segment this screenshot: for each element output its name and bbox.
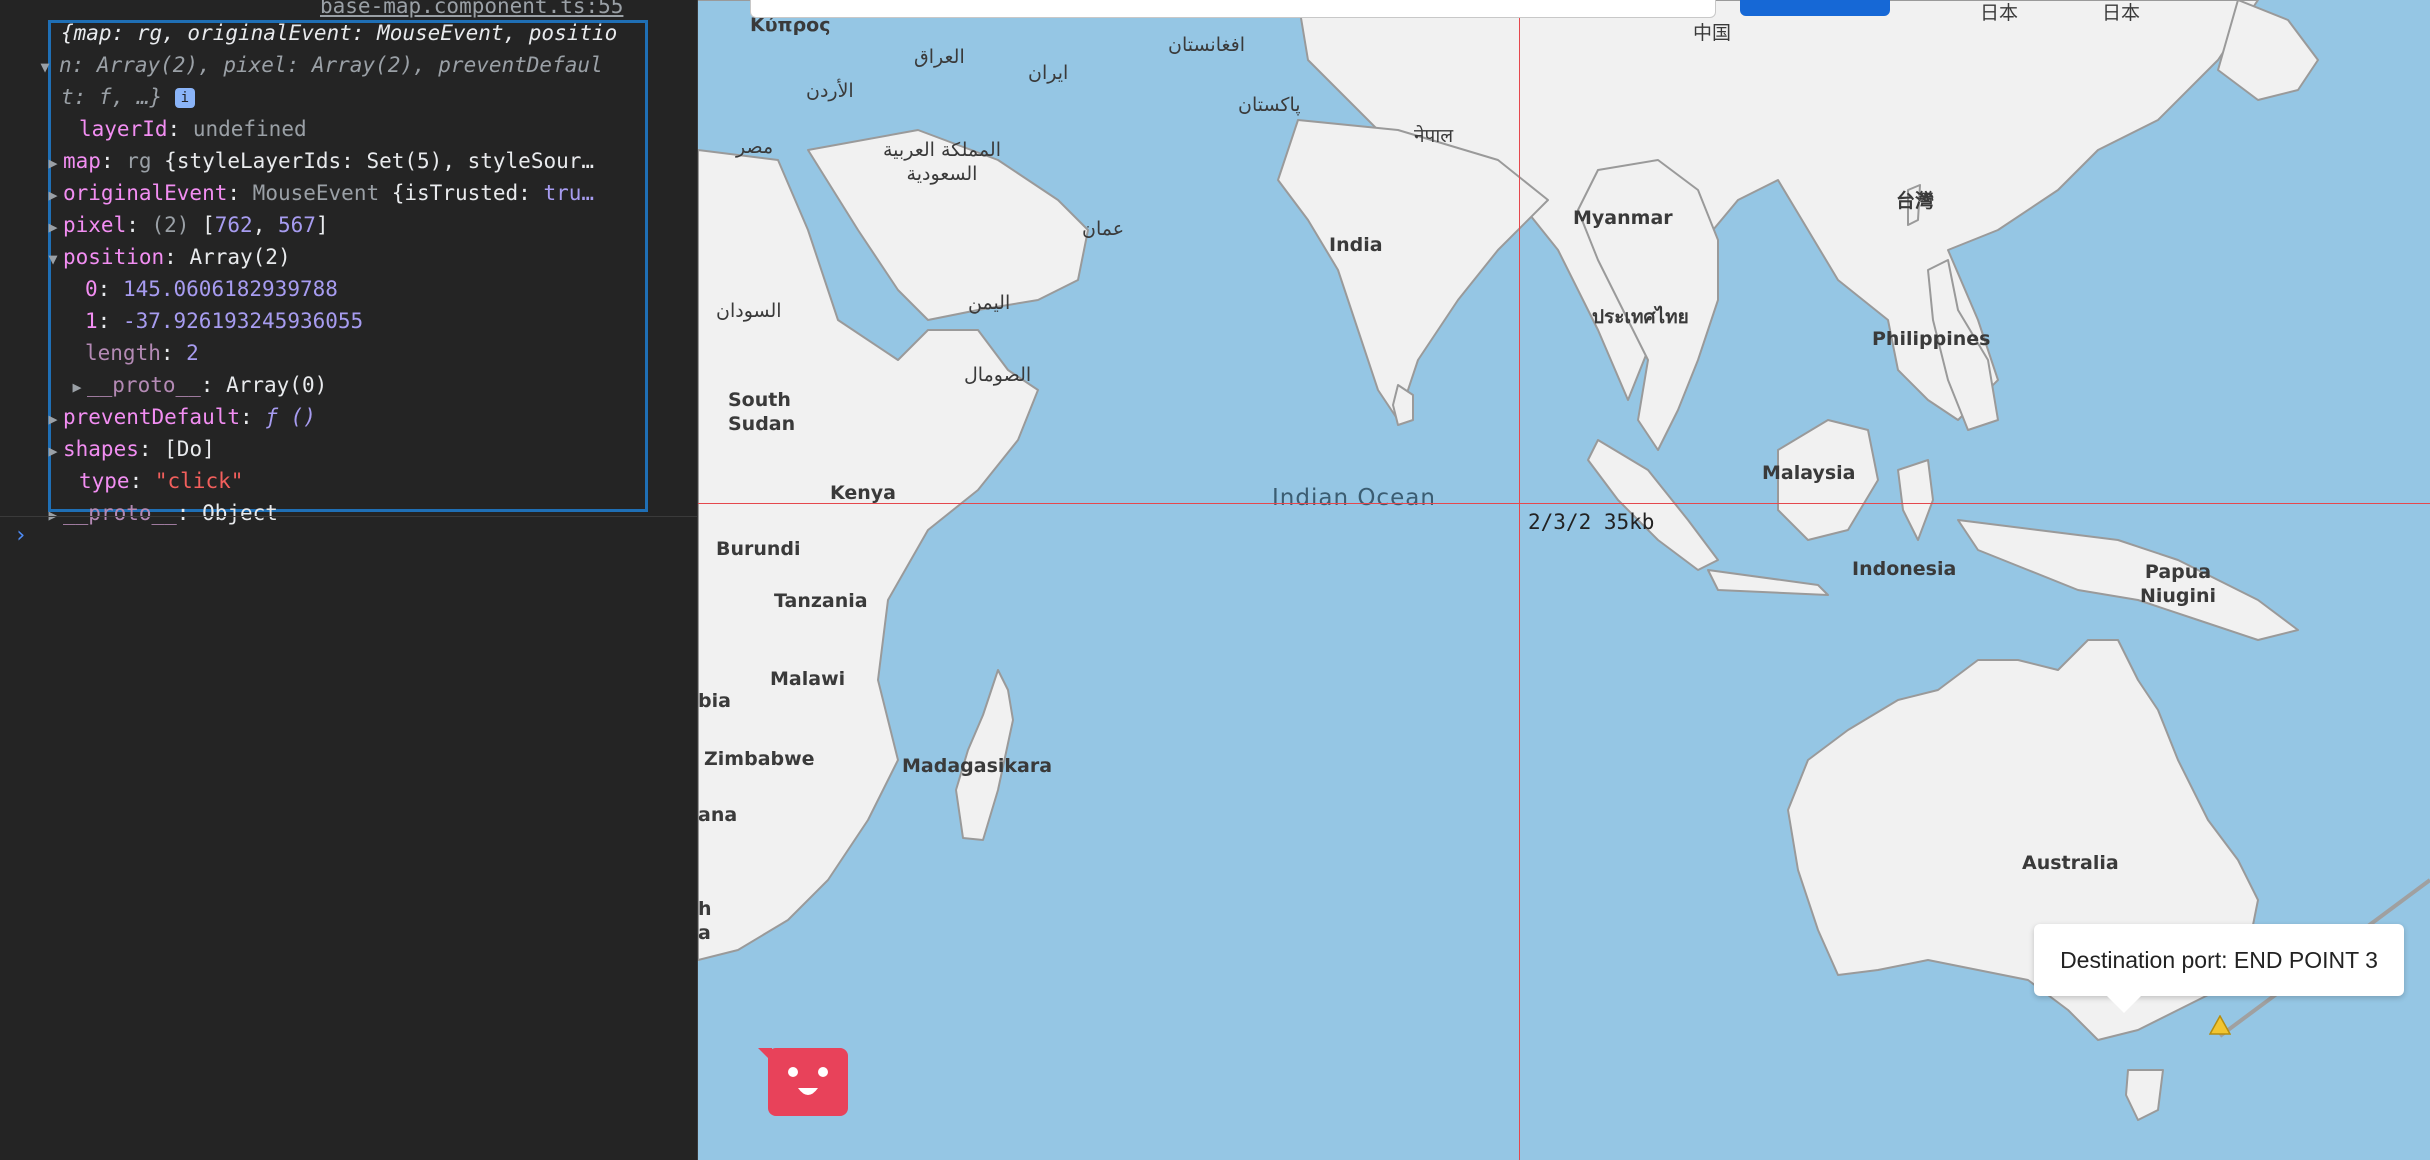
prop-originalEvent[interactable]: ▶ originalEvent: MouseEvent {isTrusted: t… [43,177,594,211]
label-malawi: Malawi [770,668,846,690]
label-india: India [1329,234,1383,256]
info-icon[interactable]: i [174,88,195,108]
label-saudi: المملكة العربية السعودية [883,139,1001,185]
tile-debug-label: 2/3/2 35kb [1528,510,1655,534]
prop-position-proto[interactable]: ▶ __proto__: Array(0) [67,369,327,403]
label-south-africa-fragment-1: h [698,898,712,920]
map-canvas[interactable]: Κύπρος العراق ایران افغانستان پاکستان 中国… [698,0,2430,1160]
label-afghanistan: افغانستان [1168,34,1246,56]
label-china: 中国 [1693,22,1732,44]
label-myanmar: Myanmar [1573,207,1673,229]
label-jordan: الأردن [806,80,854,102]
label-kenya: Kenya [830,482,897,504]
source-link[interactable]: base-map.component.ts:55 [320,0,623,18]
expand-caret-icon[interactable]: ▶ [67,371,87,403]
prop-pixel[interactable]: ▶ pixel: (2) [762, 567] [43,209,328,243]
prop-preventDefault[interactable]: ▶ preventDefault: ƒ () [43,401,315,435]
label-indonesia: Indonesia [1852,558,1957,580]
prop-position-0: 0: 145.0606182939788 [85,277,338,301]
tile-boundary-vertical [1519,0,1520,1160]
expand-caret-icon[interactable]: ▶ [43,179,63,211]
label-sudan: السودان [716,300,782,322]
label-south-africa-fragment-2: a [698,922,711,944]
label-taiwan: 台灣 [1896,190,1935,212]
devtools-console: base-map.component.ts:55 {map: rg, origi… [0,0,699,1160]
label-iraq: العراق [914,46,965,68]
prop-position-length: length: 2 [85,341,199,365]
expand-caret-icon[interactable]: ▶ [43,147,63,179]
label-malaysia: Malaysia [1762,462,1856,484]
summary-line-1[interactable]: {map: rg, originalEvent: MouseEvent, pos… [61,17,617,49]
prompt-chevron-icon: › [14,523,28,548]
label-zambia-fragment: bia [698,690,731,712]
console-input[interactable]: › [0,516,697,557]
expand-caret-icon[interactable]: ▶ [43,435,63,467]
popup-text: Destination port: END POINT 3 [2060,946,2378,973]
summary-line-2[interactable]: ▼ n: Array(2), pixel: Array(2), preventDe… [35,49,602,83]
prop-position[interactable]: ▼ position: Array(2) [43,241,290,275]
destination-popup: Destination port: END POINT 3 [2034,924,2404,996]
label-thailand: ประเทศไทย [1592,306,1689,328]
label-philippines: Philippines [1872,328,1991,350]
label-madagascar: Madagasikara [902,755,1053,777]
label-botswana-fragment: ana [698,804,738,826]
expand-caret-icon[interactable]: ▶ [43,211,63,243]
summary-line-3: t: f, …} i [61,81,195,113]
prop-type: type: "click" [79,469,244,493]
collapse-caret-icon[interactable]: ▼ [43,243,63,275]
label-tanzania: Tanzania [774,590,868,612]
label-egypt: مصر [736,136,774,158]
destination-marker-icon[interactable] [2209,1015,2231,1035]
label-japan: 日本 [1980,2,2019,24]
label-somalia: الصومال [964,364,1032,386]
label-burundi: Burundi [716,538,801,560]
label-papua-niugini: Papua Niugini [2139,561,2217,607]
search-button[interactable] [1740,0,1890,16]
prop-position-1: 1: -37.926193245936055 [85,309,364,333]
label-australia: Australia [2022,852,2119,874]
logged-object: {map: rg, originalEvent: MouseEvent, pos… [40,17,648,525]
label-yemen: اليمن [968,292,1011,314]
label-japan-2: 日本 [2102,2,2141,24]
expand-caret-icon[interactable]: ▶ [43,403,63,435]
search-input[interactable] [750,0,1716,18]
prop-layerId: layerId: undefined [79,117,307,141]
label-south-sudan: South Sudan [728,389,796,435]
popup-pointer [2106,995,2142,1013]
tile-boundary-horizontal [698,503,2430,504]
label-pakistan: پاکستان [1238,94,1301,116]
prop-map[interactable]: ▶ map: rg {styleLayerIds: Set(5), styleSo… [43,145,594,179]
prop-shapes[interactable]: ▶ shapes: [Do] [43,433,214,467]
label-oman: عمان [1082,218,1125,240]
chat-bot-icon[interactable] [758,1044,850,1118]
expand-caret-icon[interactable]: ▼ [35,51,55,83]
label-indian-ocean: Indian Ocean [1272,485,1436,511]
label-zimbabwe: Zimbabwe [704,748,815,770]
label-nepal: नेपाल [1414,125,1454,147]
label-iran: ایران [1028,62,1069,84]
